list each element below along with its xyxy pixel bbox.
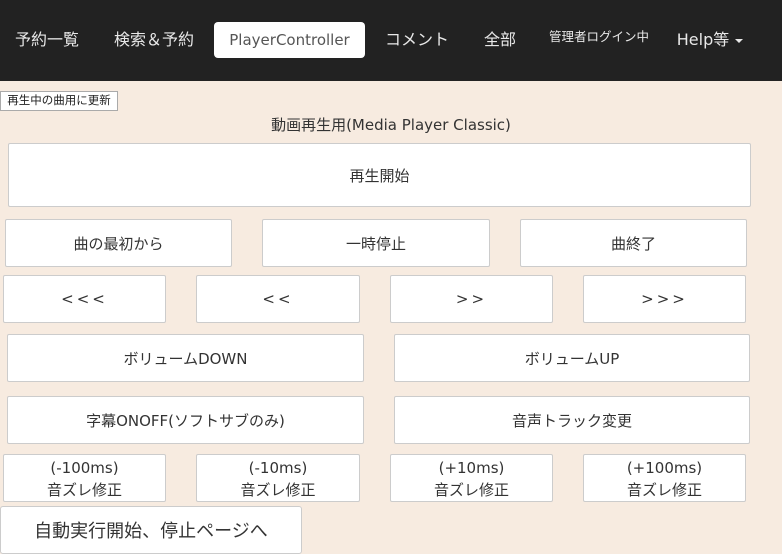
nav-item-search-reserve[interactable]: 検索＆予約 (108, 22, 200, 58)
nav-item-help-dropdown[interactable]: Help等 (670, 22, 750, 58)
offset-label: 音ズレ修正 (626, 481, 702, 499)
nav-item-admin-login[interactable]: 管理者ログイン中 (544, 19, 654, 55)
offset-label: 音ズレ修正 (433, 481, 509, 499)
volume-down-button[interactable]: ボリュームDOWN (7, 334, 364, 382)
refresh-current-song-button[interactable]: 再生中の曲用に更新 (0, 91, 118, 111)
audio-track-button[interactable]: 音声トラック変更 (394, 396, 750, 444)
volume-up-button[interactable]: ボリュームUP (394, 334, 750, 382)
nav-item-all[interactable]: 全部 (476, 22, 524, 58)
offset-value: (-100ms) (50, 459, 119, 477)
auto-execution-page-button[interactable]: 自動実行開始、停止ページへ (0, 506, 302, 554)
seek-forward-large-button[interactable]: >>> (583, 275, 746, 323)
offset-plus-100-button[interactable]: (+100ms) 音ズレ修正 (583, 454, 746, 502)
song-end-button[interactable]: 曲終了 (520, 219, 747, 267)
offset-value: (+10ms) (438, 459, 505, 477)
offset-plus-10-button[interactable]: (+10ms) 音ズレ修正 (390, 454, 553, 502)
seek-back-button[interactable]: << (196, 275, 360, 323)
seek-forward-button[interactable]: >> (390, 275, 553, 323)
nav-item-comment[interactable]: コメント (378, 22, 456, 58)
offset-label: 音ズレ修正 (46, 481, 122, 499)
navbar: 予約一覧 検索＆予約 PlayerController コメント 全部 管理者ロ… (0, 0, 782, 81)
from-start-button[interactable]: 曲の最初から (5, 219, 232, 267)
nav-help-label: Help等 (676, 30, 730, 49)
offset-minus-10-button[interactable]: (-10ms) 音ズレ修正 (196, 454, 360, 502)
offset-value: (+100ms) (626, 459, 703, 477)
seek-back-large-button[interactable]: <<< (3, 275, 166, 323)
offset-value: (-10ms) (248, 459, 308, 477)
nav-item-player-controller[interactable]: PlayerController (214, 22, 365, 58)
pause-button[interactable]: 一時停止 (262, 219, 490, 267)
offset-minus-100-button[interactable]: (-100ms) 音ズレ修正 (3, 454, 166, 502)
nav-item-reservation-list[interactable]: 予約一覧 (8, 22, 86, 58)
play-start-button[interactable]: 再生開始 (8, 143, 751, 207)
player-section-title: 動画再生用(Media Player Classic) (271, 116, 511, 134)
subtitle-toggle-button[interactable]: 字幕ONOFF(ソフトサブのみ) (7, 396, 364, 444)
caret-down-icon (735, 38, 744, 43)
offset-label: 音ズレ修正 (240, 481, 316, 499)
